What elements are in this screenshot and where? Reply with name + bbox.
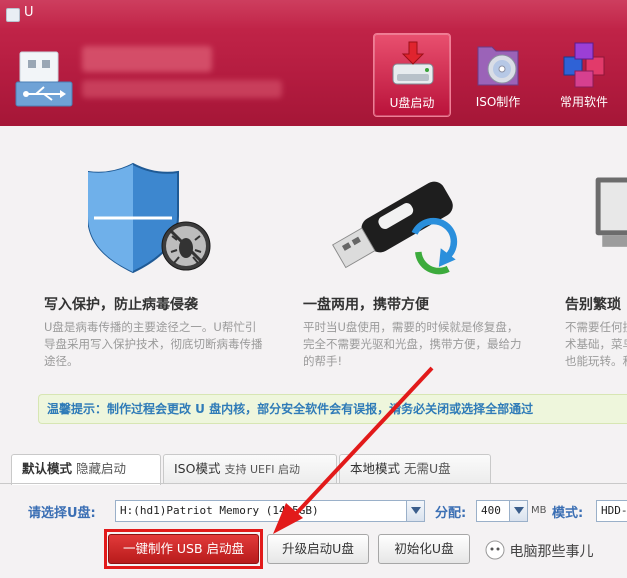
watermark: 电脑那些事儿	[485, 540, 593, 561]
disk-select[interactable]: H:(hd1)Patriot Memory (14.5GB)	[115, 500, 425, 522]
tab-divider	[0, 483, 627, 484]
usb-stick-icon	[332, 181, 458, 275]
feature-1-title: 写入保护，防止病毒侵袭	[44, 297, 198, 313]
tab-iso-mode-sub: 支持 UEFI 启动	[224, 463, 301, 476]
tab-default-mode-label: 默认模式	[22, 461, 73, 476]
mode-select[interactable]: HDD-	[596, 500, 627, 522]
highlight-box	[104, 529, 263, 569]
tab-local-mode[interactable]: 本地模式 无需U盘	[339, 454, 491, 484]
disc-folder-icon	[477, 46, 519, 86]
title-bar	[0, 0, 627, 30]
init-usb-button[interactable]: 初始化U盘	[378, 534, 470, 564]
shield-bug-icon	[88, 162, 211, 274]
tab-local-mode-label: 本地模式	[350, 461, 401, 476]
monitor-icon	[595, 177, 627, 247]
toolbar-software-label: 常用软件	[559, 95, 608, 109]
tab-local-mode-sub: 无需U盘	[404, 461, 451, 476]
feature-3-title: 告别繁琐	[565, 297, 621, 313]
mode-label: 模式:	[552, 506, 584, 521]
watermark-text: 电脑那些事儿	[509, 544, 594, 560]
alloc-label: 分配:	[435, 506, 467, 521]
blurred-app-subtitle	[82, 80, 282, 98]
feature-3-desc: 不需要任何技术基础，菜鸟也能玩转。和笨重的光驱说拜拜，实现全民普及	[565, 320, 627, 368]
alloc-unit: MB	[531, 505, 547, 516]
toolbar-usb-boot-label: U盘启动	[389, 96, 435, 110]
toolbar-iso[interactable]: ISO制作	[459, 33, 537, 117]
toolbar-usb-boot[interactable]: U盘启动	[373, 33, 451, 117]
upgrade-usb-button[interactable]: 升级启动U盘	[267, 534, 369, 564]
app-header: U U盘启动 ISO制作 常用软件	[0, 0, 627, 126]
tab-iso-mode-label: ISO模式	[174, 461, 221, 476]
alloc-select-value: 400	[481, 504, 501, 517]
usb-drive-icon	[392, 41, 434, 85]
usb-logo-icon	[15, 51, 73, 107]
toolbar-iso-label: ISO制作	[475, 95, 521, 109]
toolbar-software[interactable]: 常用软件	[545, 33, 623, 117]
alloc-select[interactable]: 400	[476, 500, 528, 522]
mode-select-value: HDD-	[601, 504, 627, 517]
tab-default-mode-sub: 隐藏启动	[76, 461, 127, 476]
feature-1-desc: U盘是病毒传播的主要途径之一。U帮忙引导盘采用写入保护技术，彻底切断病毒传播途径…	[44, 320, 263, 368]
disk-select-value: H:(hd1)Patriot Memory (14.5GB)	[120, 504, 319, 517]
cubes-icon	[563, 42, 605, 88]
window-title: U	[24, 5, 34, 20]
chat-bubble-icon	[485, 540, 505, 560]
chevron-down-icon[interactable]	[406, 501, 424, 521]
chevron-down-icon[interactable]	[509, 501, 527, 521]
tab-iso-mode[interactable]: ISO模式 支持 UEFI 启动	[163, 454, 337, 484]
disk-label: 请选择U盘:	[28, 506, 96, 521]
blurred-app-name	[82, 46, 212, 72]
feature-2-desc: 平时当U盘使用，需要的时候就是修复盘，完全不需要光驱和光盘，携带方便，最给力的帮…	[303, 320, 522, 368]
app-icon	[6, 8, 20, 22]
feature-2-title: 一盘两用，携带方便	[303, 297, 429, 313]
tab-default-mode[interactable]: 默认模式 隐藏启动	[11, 454, 161, 485]
tip-bar: 温馨提示：制作过程会更改 U 盘内核，部分安全软件会有误报，请务必关闭或选择全部…	[38, 394, 627, 424]
